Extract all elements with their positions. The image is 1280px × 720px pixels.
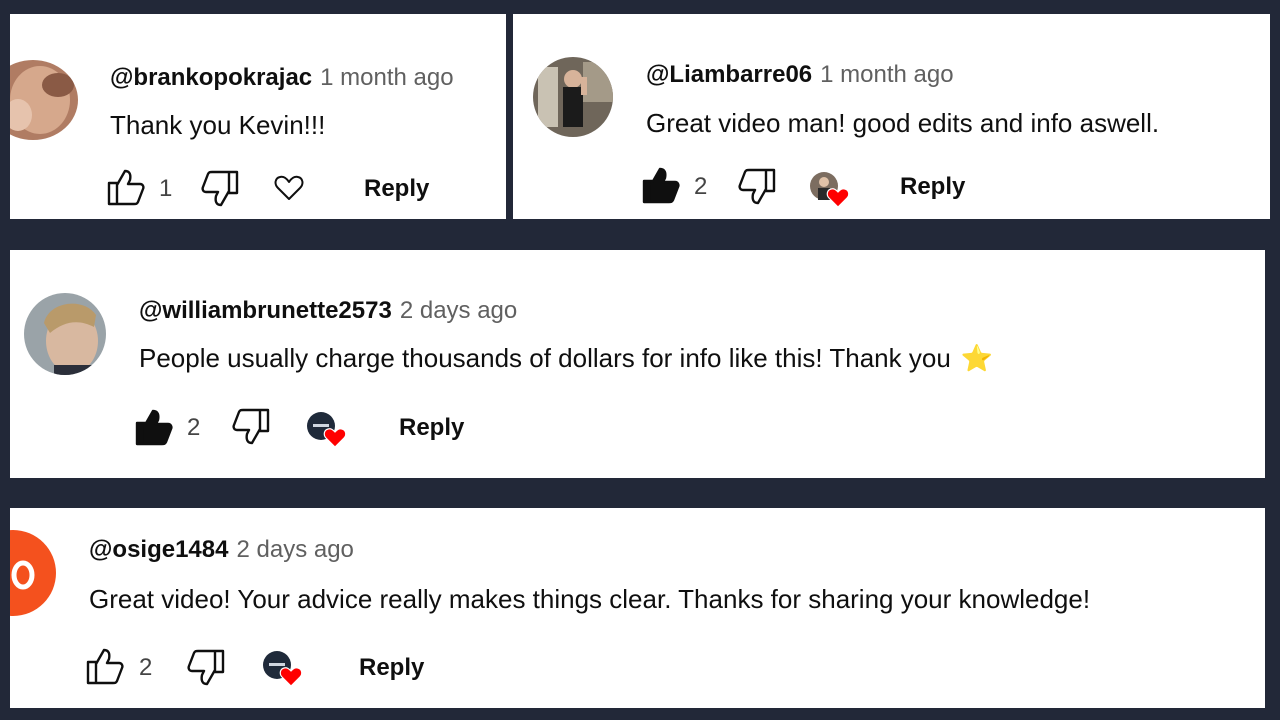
reply-button[interactable]: Reply — [900, 173, 965, 201]
reply-button[interactable]: Reply — [364, 175, 429, 203]
comment-timestamp[interactable]: 1 month ago — [820, 61, 953, 88]
comment-card: @brankopokrajac 1 month ago Thank you Kev… — [10, 14, 506, 219]
avatar[interactable] — [10, 60, 78, 140]
comment-text-body: People usually charge thousands of dolla… — [139, 343, 951, 373]
dislike-button[interactable] — [231, 408, 271, 446]
comment-author[interactable]: @Liambarre06 — [646, 61, 812, 88]
comment-timestamp[interactable]: 2 days ago — [236, 536, 353, 563]
comment-author[interactable]: @brankopokrajac — [110, 64, 312, 91]
comment-text: People usually charge thousands of dolla… — [139, 343, 993, 374]
reply-button[interactable]: Reply — [359, 654, 424, 682]
comment-card: @osige1484 2 days ago Great video! Your a… — [10, 508, 1265, 708]
comment-card: @Liambarre06 1 month ago Great video man!… — [513, 14, 1270, 219]
star-emoji: ⭐ — [960, 343, 994, 373]
like-count: 2 — [139, 654, 153, 681]
comment-card: @williambrunette2573 2 days ago People us… — [10, 250, 1265, 478]
dislike-button[interactable] — [200, 170, 240, 208]
dislike-button[interactable] — [186, 649, 226, 687]
comment-author[interactable]: @osige1484 — [89, 536, 228, 563]
comment-timestamp[interactable]: 1 month ago — [320, 64, 453, 91]
comment-text: Great video man! good edits and info asw… — [646, 108, 1160, 138]
avatar[interactable] — [10, 530, 56, 616]
avatar[interactable] — [24, 293, 106, 375]
creator-heart-icon[interactable] — [262, 650, 304, 688]
like-button[interactable] — [106, 168, 146, 206]
heart-icon[interactable] — [274, 174, 304, 202]
like-count: 2 — [187, 414, 201, 441]
creator-heart-icon[interactable] — [306, 411, 348, 449]
comment-text: Thank you Kevin!!! — [110, 110, 326, 140]
comment-author[interactable]: @williambrunette2573 — [139, 297, 392, 324]
like-count: 1 — [159, 175, 173, 202]
dislike-button[interactable] — [737, 168, 777, 206]
like-button[interactable] — [641, 166, 681, 204]
avatar[interactable] — [533, 57, 613, 137]
comment-timestamp[interactable]: 2 days ago — [400, 297, 517, 324]
creator-heart-icon[interactable] — [809, 171, 851, 209]
comment-text: Great video! Your advice really makes th… — [89, 584, 1091, 614]
like-button[interactable] — [85, 647, 125, 685]
like-count: 2 — [694, 173, 708, 200]
like-button[interactable] — [134, 408, 174, 446]
reply-button[interactable]: Reply — [399, 414, 464, 442]
